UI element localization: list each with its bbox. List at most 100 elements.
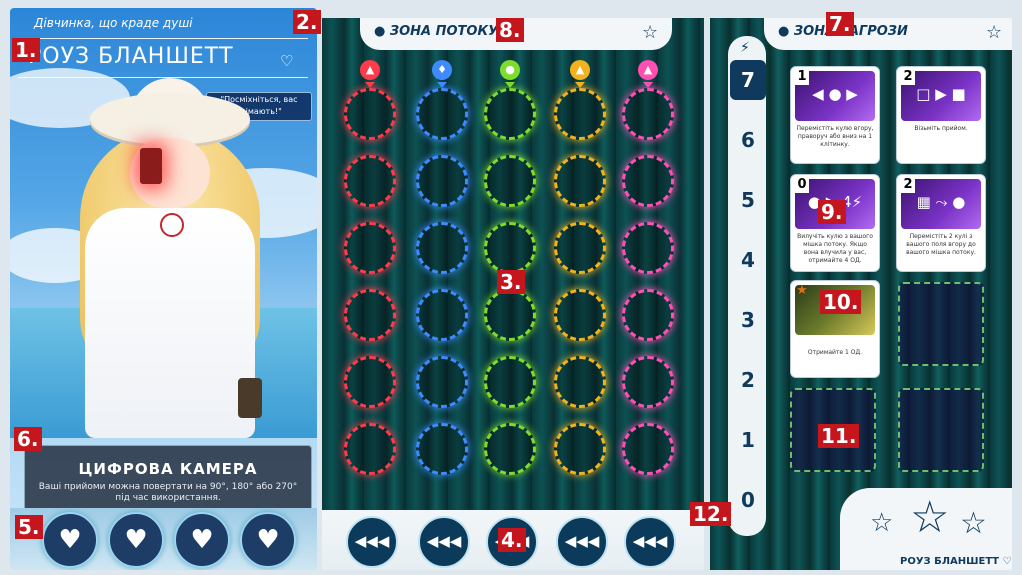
threat-track [728,36,766,536]
card-text: Перемістіть 2 кулі з вашого поля вгору д… [906,233,976,256]
star-icon: ☆ [910,492,950,543]
flow-slot[interactable] [484,222,536,274]
marker-11: 11. [818,424,860,448]
flow-slot[interactable] [622,423,674,475]
empty-card-slot[interactable] [898,388,984,472]
flow-slot[interactable] [484,289,536,341]
heart-icon[interactable]: ♥ [108,512,164,568]
flow-slot[interactable] [622,356,674,408]
rewind-button[interactable]: ◀◀◀ [418,516,470,568]
marker-5: 5. [15,515,43,539]
ability-description: Ваші прийоми можна повертати на 90°, 180… [38,482,298,503]
cat-icon: ● [500,60,520,80]
flow-slot[interactable] [416,423,468,475]
flow-slot[interactable] [344,222,396,274]
character-subtitle: Дівчинка, що краде душі [34,16,193,30]
flow-slot[interactable] [416,155,468,207]
footer-character-name: РОУЗ БЛАНШЕТТ ♡ [900,556,1012,567]
flow-slot[interactable] [416,222,468,274]
threat-card[interactable]: ◀ ● ▶ 1 Перемістіть кулю вгору, праворуч… [790,66,880,164]
camera-bag [238,378,262,418]
threat-card[interactable]: ▦ ⤳ ● 2 Перемістіть 2 кулі з вашого поля… [896,174,986,272]
rewind-button[interactable]: ◀◀◀ [346,516,398,568]
marker-4: 4. [498,528,526,552]
ability-card: ЦИФРОВА КАМЕРА Ваші прийоми можна поверт… [24,445,312,517]
card-text: Вилучіть кулю з вашого мішка потоку. Якщ… [797,233,873,264]
card-text: Візьміть прийом. [914,125,968,132]
flow-slot[interactable] [554,155,606,207]
flow-slot[interactable] [554,423,606,475]
flow-slot[interactable] [344,88,396,140]
flow-slot[interactable] [344,423,396,475]
marker-2: 2. [293,10,321,34]
card-cost: 0 [795,177,809,193]
threat-level-0[interactable]: 0 [730,480,766,520]
ribbon [160,213,184,237]
flow-slot[interactable] [622,289,674,341]
heart-icon[interactable]: ♥ [174,512,230,568]
star-icon: ★ [796,283,808,298]
threat-level-6[interactable]: 6 [730,120,766,160]
heart-icon[interactable]: ♥ [240,512,296,568]
flow-zone-title: ● ЗОНА ПОТОКУ [374,24,499,39]
threat-level-3[interactable]: 3 [730,300,766,340]
flow-slot[interactable] [416,289,468,341]
marker-3: 3. [497,270,525,294]
card-symbol: □ ▶ ■ [916,85,966,103]
flow-slot[interactable] [416,88,468,140]
flow-slot[interactable] [344,155,396,207]
marker-6: 6. [14,427,42,451]
threat-level-5[interactable]: 5 [730,180,766,220]
flame-icon: ▲ [638,60,658,80]
marker-1: 1. [12,38,40,62]
heart-outline-icon: ♡ [280,52,294,70]
ability-title: ЦИФРОВА КАМЕРА [78,460,258,478]
marker-9: 9. [818,200,846,224]
card-cost: 2 [901,177,915,193]
flow-zone-title-text: ЗОНА ПОТОКУ [389,24,499,39]
empty-card-slot[interactable] [898,282,984,366]
flow-zone: ● ЗОНА ПОТОКУ ☆ ▲♦●▲▲ ◀◀◀◀◀◀◀◀◀◀◀◀◀◀◀ [322,18,704,570]
flow-slot[interactable] [484,155,536,207]
character-panel: Дівчинка, що краде душі РОУЗ БЛАНШЕТТ ♡ … [10,8,317,570]
threat-level-1[interactable]: 1 [730,420,766,460]
flow-slot[interactable] [344,356,396,408]
flow-slot[interactable] [484,356,536,408]
star-icon: ☆ [986,22,1003,43]
flow-slot[interactable] [344,289,396,341]
character-dress [85,208,255,438]
flow-slot[interactable] [484,88,536,140]
water-icon: ♦ [432,60,452,80]
lightning-icon: ⚡ [740,40,750,56]
star-icon: ☆ [642,22,659,43]
flow-slot[interactable] [484,423,536,475]
rewind-button[interactable]: ◀◀◀ [556,516,608,568]
threat-level-7[interactable]: 7 [730,60,766,100]
threat-level-4[interactable]: 4 [730,240,766,280]
marker-8: 8. [496,18,524,42]
character-name: РОУЗ БЛАНШЕТТ [28,44,234,69]
camera-phone [140,148,162,184]
fire-icon: ▲ [360,60,380,80]
card-cost: 1 [795,69,809,85]
card-symbol: ▦ ⤳ ● [916,193,966,211]
heart-icon[interactable]: ♥ [42,512,98,568]
card-text: Перемістіть кулю вгору, праворуч або вни… [796,125,874,148]
threat-level-2[interactable]: 2 [730,360,766,400]
flow-slot[interactable] [416,356,468,408]
card-symbol: ◀ ● ▶ [812,85,858,103]
threat-card[interactable]: □ ▶ ■ 2 Візьміть прийом. [896,66,986,164]
footer-name-text: РОУЗ БЛАНШЕТТ [900,556,999,567]
star-icon: ☆ [870,508,894,538]
card-cost: 2 [901,69,915,85]
flow-slot[interactable] [554,356,606,408]
flow-slot[interactable] [622,155,674,207]
flow-slot[interactable] [554,289,606,341]
marker-10: 10. [820,290,862,314]
flow-slot[interactable] [622,88,674,140]
flow-slot[interactable] [554,88,606,140]
card-text: Отримайте 1 ОД. [807,349,863,356]
flow-slot[interactable] [622,222,674,274]
rewind-button[interactable]: ◀◀◀ [624,516,676,568]
flow-slot[interactable] [554,222,606,274]
